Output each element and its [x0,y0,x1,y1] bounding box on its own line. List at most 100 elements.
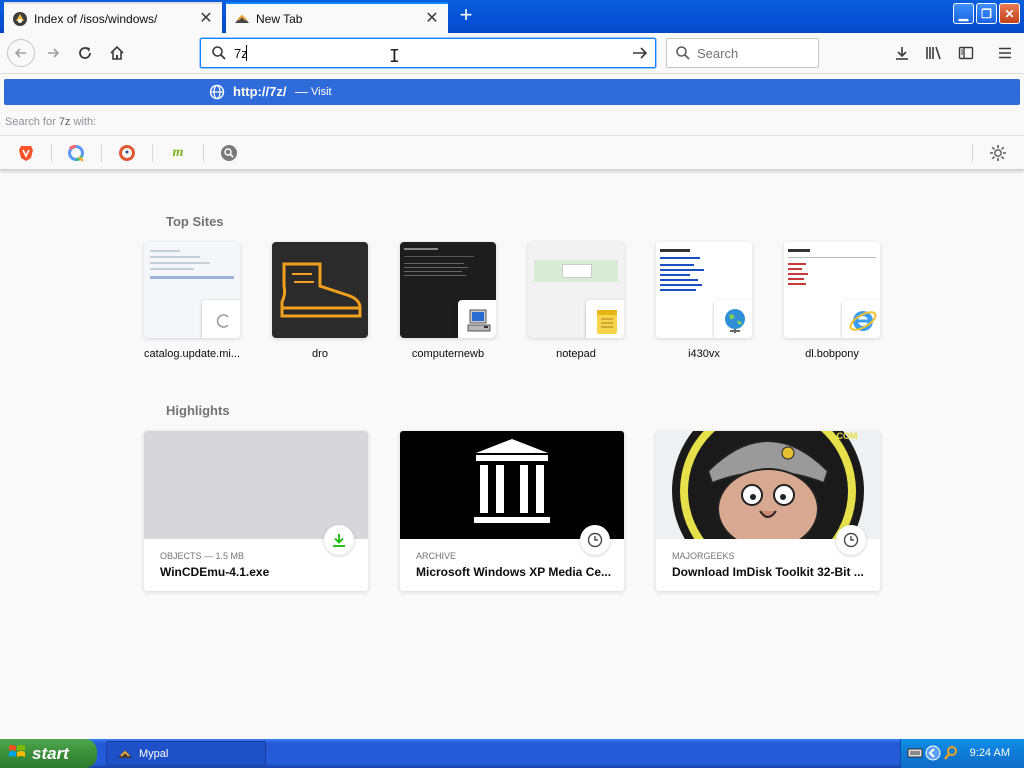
mouse-cursor-ibeam: I [389,46,400,67]
visit-action-label: Visit [311,86,332,98]
mypal-icon [117,747,133,761]
back-icon[interactable] [7,39,35,67]
site-thumbnail [144,242,240,338]
taskbar-clock: 9:24 AM [969,747,1010,759]
engine-divider [972,144,973,162]
window-controls: ▁ ❐ ✕ [953,3,1020,24]
tab-index-of-isos[interactable]: Index of /isos/windows/ ✕ [4,2,222,33]
mypal-favicon-icon [12,11,28,27]
one-off-search-engines: m [0,135,1024,169]
taskbar-item-mypal[interactable]: Mypal [106,741,266,766]
highlight-card[interactable]: .COM MAJORGEEKS Download ImDisk Toolkit … [656,431,880,591]
site-label: notepad [556,348,596,360]
engine-divider [152,144,153,162]
windows-taskbar: start Mypal 9:24 AM [0,739,1024,768]
brave-engine-icon[interactable] [16,143,36,163]
notepad-icon [586,300,624,338]
loading-spinner-icon [202,300,240,338]
sidebar-icon[interactable] [953,40,979,66]
top-site-tile[interactable]: dl.bobpony [784,242,880,360]
new-tab-plus-icon[interactable]: + [455,4,477,27]
site-thumbnail [400,242,496,338]
tab-title: Index of /isos/windows/ [34,11,158,26]
close-button[interactable]: ✕ [999,3,1020,24]
title-bar: Index of /isos/windows/ ✕ New Tab ✕ + ▁ … [0,0,1024,33]
computer-icon [458,300,496,338]
search-placeholder: Search [697,46,739,61]
search-with-prefix: Search for [5,116,56,128]
engine-divider [101,144,102,162]
visit-suggestion-row[interactable]: http://7z/ — Visit [4,79,1020,105]
downloads-icon[interactable] [889,40,915,66]
search-with-term: 7z [58,116,71,128]
menu-icon[interactable] [992,40,1018,66]
mypal-favicon-icon [234,11,250,27]
download-icon [324,525,354,555]
site-label: dl.bobpony [805,348,859,360]
top-sites-heading: Top Sites [166,214,224,229]
keyboard-icon[interactable] [907,745,923,761]
library-icon[interactable] [921,40,947,66]
visit-url: http://7z/ [233,84,287,99]
highlight-card[interactable]: OBJECTS — 1.5 MB WinCDEmu-4.1.exe [144,431,368,591]
top-site-tile[interactable]: catalog.update.mi... [144,242,240,360]
search-bar[interactable]: Search [666,38,819,68]
majorgeeks-mascot-image: .COM [672,431,864,539]
qwant-engine-icon[interactable] [66,143,86,163]
svg-text:.COM: .COM [834,431,858,441]
reload-icon[interactable] [72,40,98,66]
visit-separator: — [295,84,308,99]
highlight-image [400,431,624,539]
tab-close-icon[interactable]: ✕ [198,10,214,27]
maximize-button[interactable]: ❐ [976,3,997,24]
search-engine-icon[interactable] [219,143,239,163]
forward-icon[interactable] [40,40,66,66]
highlights-heading: Highlights [166,403,230,418]
engine-divider [203,144,204,162]
site-label: dro [312,348,328,360]
gear-icon[interactable] [988,143,1008,163]
url-bar[interactable]: 7z [200,38,656,68]
highlight-meta: OBJECTS — 1.5 MB [160,551,245,561]
go-arrow-icon[interactable] [631,45,649,64]
text-caret [246,45,247,61]
search-icon [211,45,227,64]
top-site-tile[interactable]: i430vx [656,242,752,360]
site-thumbnail [272,242,368,338]
tray-arrow-icon[interactable] [925,745,941,761]
home-icon[interactable] [104,40,130,66]
clock-icon [580,525,610,555]
globe-icon [209,84,225,103]
globe-icon [714,300,752,338]
duckduckgo-engine-icon[interactable] [117,143,137,163]
highlight-image [144,431,368,539]
top-site-tile[interactable]: computernewb [400,242,496,360]
windows-flag-icon [8,743,26,764]
site-label: computernewb [411,348,485,360]
highlight-card[interactable]: ARCHIVE Microsoft Windows XP Media Ce... [400,431,624,591]
site-thumbnail [784,242,880,338]
mojeek-engine-icon[interactable]: m [168,143,188,163]
search-icon[interactable] [943,745,959,761]
site-thumbnail [656,242,752,338]
navigation-toolbar: 7z Search [0,33,1024,74]
highlight-title: Download ImDisk Toolkit 32-Bit ... [672,565,864,579]
search-with-suffix: with: [73,116,97,128]
top-site-tile[interactable]: dro [272,242,368,360]
archive-building-icon [474,439,550,523]
minimize-button[interactable]: ▁ [953,3,974,24]
start-label: start [32,743,69,763]
internet-explorer-icon [842,300,880,338]
highlight-image: .COM [656,431,880,539]
highlight-title: WinCDEmu-4.1.exe [160,565,270,579]
start-button[interactable]: start [0,739,97,768]
highlight-meta: MAJORGEEKS [672,551,735,561]
tab-close-icon[interactable]: ✕ [424,10,440,27]
site-thumbnail [528,242,624,338]
clock-icon [836,525,866,555]
highlight-meta: ARCHIVE [416,551,457,561]
top-site-tile[interactable]: notepad [528,242,624,360]
boot-icon [280,262,362,318]
url-autocomplete-popup: http://7z/ — Visit Search for 7z with: m [0,74,1024,170]
tab-new-tab[interactable]: New Tab ✕ [226,2,448,33]
